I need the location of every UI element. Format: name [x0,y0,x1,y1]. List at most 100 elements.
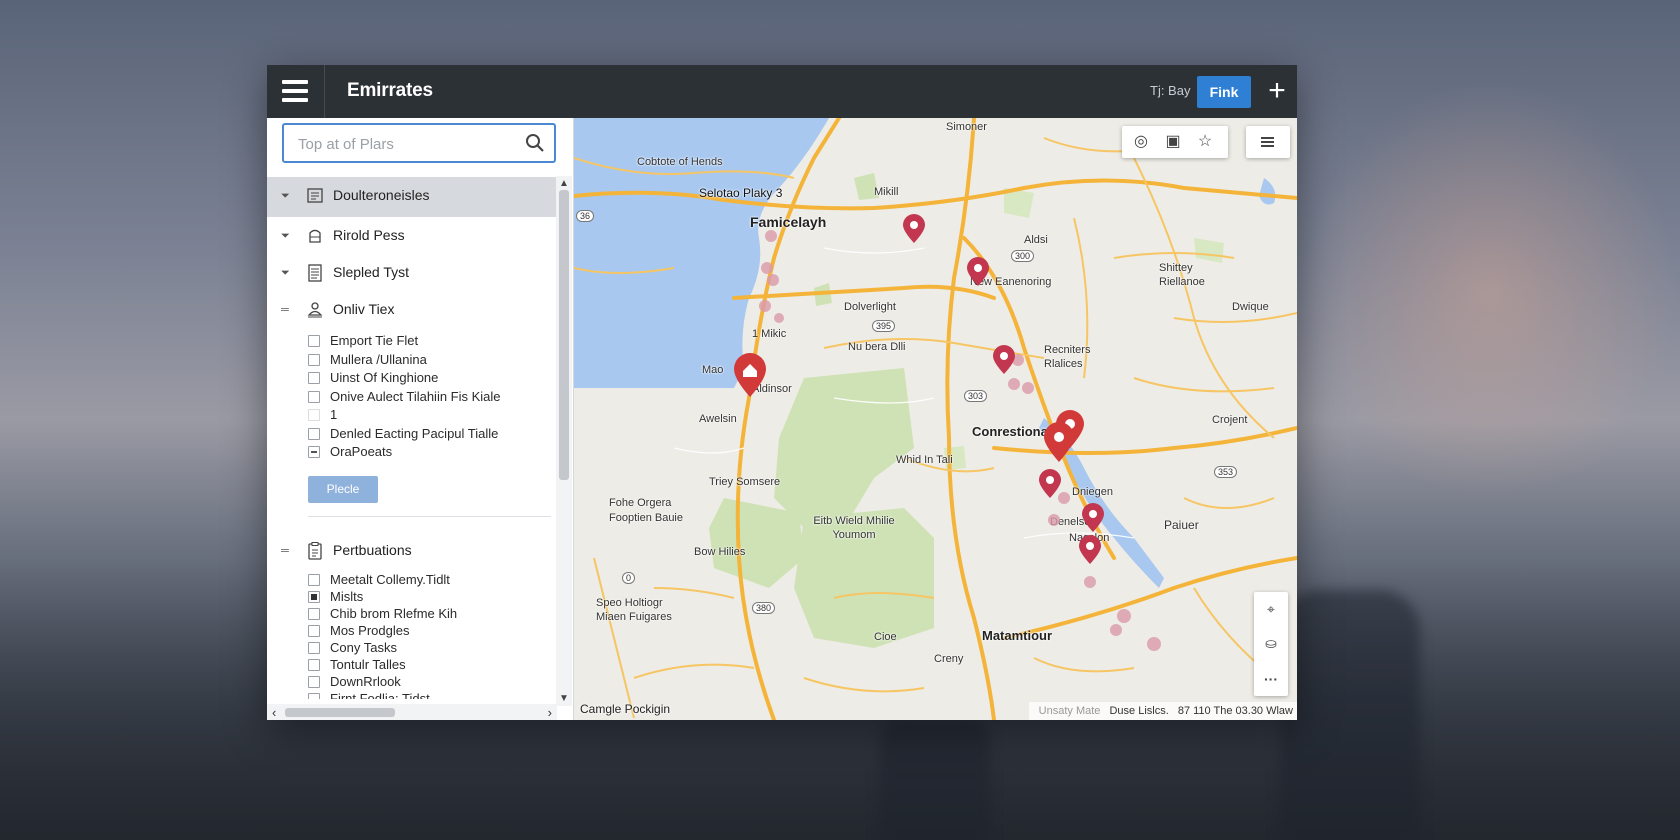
scroll-up-icon[interactable]: ▲ [559,178,569,189]
clipboard-icon [308,542,322,560]
map-label: Aldsi [1024,234,1048,246]
save-map-icon[interactable]: ▣ [1162,132,1184,152]
tree-item-label: Slepled Tyst [333,264,410,280]
document-icon [307,188,323,203]
checkbox-item[interactable]: OraPoeats [308,443,557,462]
map-label: Dwique [1232,301,1269,313]
filter-toggle-icon[interactable]: ⏷ [281,230,293,242]
checkbox[interactable] [308,625,320,637]
tree-item-3[interactable]: ═ Onliv Tiex [267,291,557,328]
checkbox-item[interactable]: Uinst Of Kinghione [308,369,557,388]
scroll-left-icon[interactable]: ‹ [272,705,276,720]
divider [324,65,325,118]
map-attribution: Unsaty Mate Duse Lislcs. 87 110 The 03.3… [1028,702,1297,720]
scroll-down-icon[interactable]: ▼ [559,693,569,704]
horizontal-scrollbar[interactable]: ‹ › [267,704,557,720]
tree-item-label: Pertbuations [333,542,412,558]
map-data-link[interactable]: Duse Lislcs. [1109,705,1168,717]
layers-menu-icon[interactable] [1246,126,1290,158]
checkbox[interactable] [308,574,320,586]
map-pin-icon[interactable] [1038,468,1062,500]
checkbox-item[interactable]: Tontulr Talles [308,656,557,673]
filter-toggle-icon[interactable]: ⏷ [281,267,293,279]
checkbox-item[interactable]: Meetalt Collemy.Tidlt [308,571,557,588]
add-icon[interactable]: + [1262,74,1292,108]
route-shield: 303 [964,390,988,402]
tree-item-label: Rirold Pess [333,227,405,243]
map-pin-icon[interactable] [902,213,926,245]
checkbox-item[interactable]: Firnt Fodlia: Tidst [308,690,557,699]
divider [308,516,551,517]
user-stack-icon [307,302,323,318]
map-view[interactable]: Simoner Cobtote of Hends Selotao Plaky 3… [574,118,1297,720]
checkbox[interactable] [308,608,320,620]
sidebar: ⏷ Doulteroneisles ⏷ Rirold Pess ⏷ Sleple… [267,118,574,720]
map-label: Selotao Plaky 3 [699,186,783,200]
map-toolbar: ◎ ▣ ☆ [1122,126,1228,158]
place-button[interactable]: Plecle [308,476,378,503]
map-label: Speo Holtiogr Miaen Fuigares [596,597,672,623]
map-label: Mao [702,364,724,376]
scrollbar-thumb[interactable] [559,190,569,480]
collapse-toggle-icon[interactable]: ═ [281,304,293,316]
checkbox-item[interactable]: Mislts [308,588,557,605]
scroll-right-icon[interactable]: › [548,705,552,720]
checkbox[interactable] [308,591,320,603]
locate-icon[interactable]: ◎ [1130,132,1152,152]
layer-tree: ⏷ Doulteroneisles ⏷ Rirold Pess ⏷ Sleple… [267,177,557,462]
marker-cluster[interactable] [759,228,879,328]
pegman-icon[interactable]: ⛀ [1254,626,1288,660]
water-body [1259,178,1276,205]
top-bar-status-text[interactable]: Tj: Bay [1150,83,1190,98]
checkbox-item[interactable]: Mullera /Ullanina [308,351,557,370]
checkbox[interactable] [308,353,320,366]
checkbox[interactable] [308,659,320,671]
map-pin-icon[interactable] [992,344,1016,376]
checkbox[interactable] [308,372,320,384]
checkbox-item[interactable]: Denled Eacting Pacipul Tialle [308,425,557,444]
checkbox-item[interactable]: 1 [308,406,557,425]
map-label: Cobtote of Hends [637,156,723,168]
route-shield: 300 [1011,250,1035,262]
star-icon[interactable]: ☆ [1194,132,1216,152]
map-pin-icon[interactable] [1042,420,1076,464]
tree-item-2[interactable]: ⏷ Slepled Tyst [267,254,557,291]
tree-item-1[interactable]: ⏷ Rirold Pess [267,217,557,254]
compass-icon[interactable]: ⌖ [1254,592,1288,626]
checkbox[interactable] [308,446,320,458]
map-label: Nu bera Dlli [848,341,906,353]
checkbox[interactable] [308,335,320,347]
map-label: Mikill [874,186,899,198]
map-label: Triey Somsere [709,476,781,488]
map-pin-icon[interactable] [966,256,990,288]
checkbox[interactable] [308,676,320,688]
checkbox[interactable] [308,427,320,440]
checkbox[interactable] [308,409,320,421]
more-options-icon[interactable]: ··· [1254,662,1288,696]
checkbox-item[interactable]: Onive Aulect Tilahiin Fis Kiale [308,388,557,407]
hamburger-menu-icon[interactable] [282,80,308,102]
map-pin-icon[interactable] [732,351,768,399]
checkbox-item[interactable]: Chib brom Rlefme Kih [308,605,557,622]
tree-item-0[interactable]: ⏷ Doulteroneisles [267,177,557,217]
checkbox-item[interactable]: Mos Prodgles [308,622,557,639]
map-canvas[interactable] [574,118,1297,720]
checkbox[interactable] [308,642,320,654]
checkbox-item[interactable]: Emport Tie Flet [308,332,557,351]
vertical-scrollbar[interactable]: ▲ ▼ [556,176,572,706]
search-icon[interactable] [525,133,545,153]
find-button[interactable]: Fink [1197,76,1251,108]
server-icon [309,229,321,243]
attribution-text: Unsaty Mate [1038,705,1101,717]
collapse-toggle-icon[interactable]: ═ [281,545,293,557]
checkbox[interactable] [308,693,320,699]
checkbox-item[interactable]: Cony Tasks [308,639,557,656]
search-input[interactable] [296,125,520,163]
checkbox[interactable] [308,390,320,403]
checkbox-item[interactable]: DownRrlook [308,673,557,690]
scrollbar-thumb[interactable] [285,708,395,717]
map-pin-icon[interactable] [1081,502,1105,534]
filter-toggle-icon[interactable]: ⏷ [281,190,293,202]
tree-item-group2[interactable]: ═ Pertbuations [267,532,557,569]
map-pin-icon[interactable] [1078,534,1102,566]
